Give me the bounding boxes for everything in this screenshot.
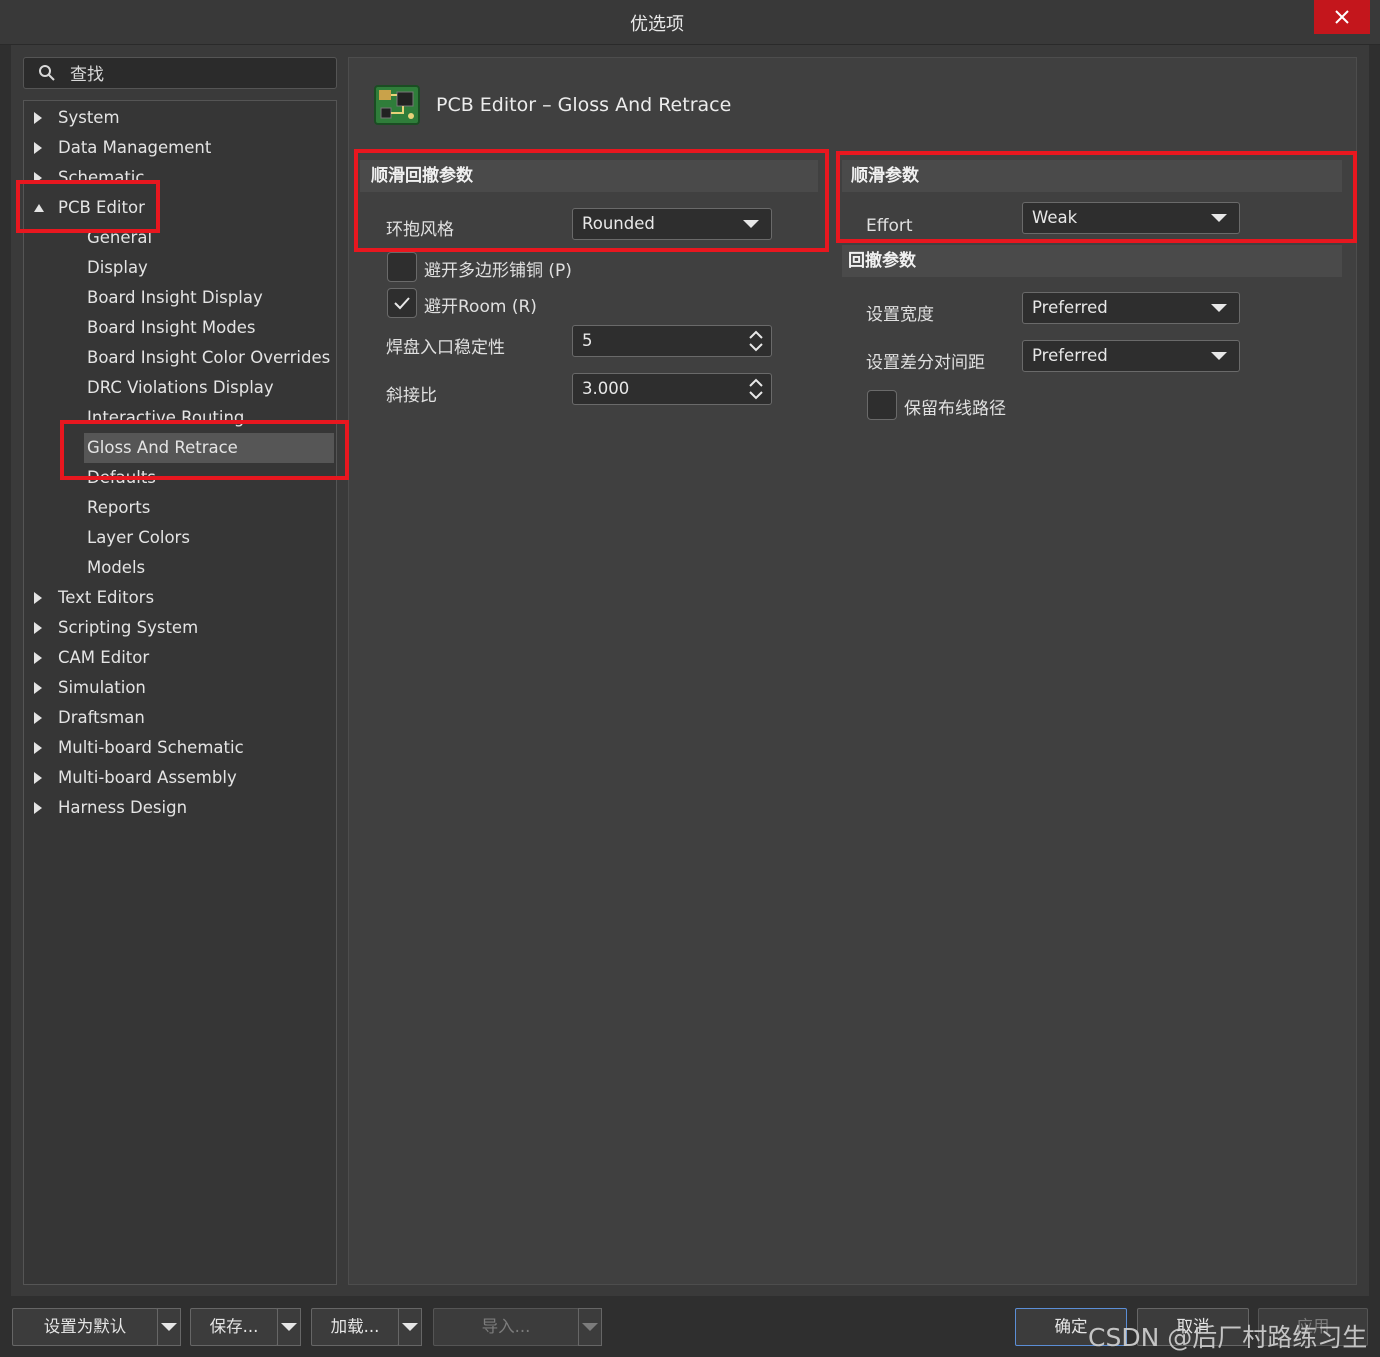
spin-arrows-icon[interactable] [748, 377, 764, 401]
tree-item-schematic[interactable]: Schematic [24, 163, 336, 193]
group-header-gloss-retrace: 顺滑回撤参数 [360, 160, 818, 192]
miter-ratio-spinbox[interactable]: 3.000 [572, 373, 772, 405]
chevron-down-icon [582, 1323, 598, 1331]
expand-arrow-icon[interactable] [34, 772, 42, 784]
set-default-button[interactable]: 设置为默认 [12, 1308, 158, 1346]
save-button[interactable]: 保存... [190, 1308, 278, 1346]
tree-item-board-insight-color-overrides[interactable]: Board Insight Color Overrides [24, 343, 336, 373]
tree-item-harness-design[interactable]: Harness Design [24, 793, 336, 823]
close-button[interactable] [1314, 0, 1370, 34]
avoid-polygon-checkbox[interactable] [387, 252, 417, 282]
collapse-arrow-icon[interactable] [34, 204, 44, 212]
tree-item-layer-colors[interactable]: Layer Colors [24, 523, 336, 553]
load-button[interactable]: 加载... [311, 1308, 399, 1346]
avoid-room-checkbox[interactable] [387, 288, 417, 318]
spin-arrows-icon[interactable] [748, 329, 764, 353]
search-placeholder: 查找 [70, 65, 104, 85]
window-title: 优选项 [630, 14, 684, 35]
page-title: PCB Editor – Gloss And Retrace [436, 94, 732, 116]
tree-item-defaults[interactable]: Defaults [24, 463, 336, 493]
expand-arrow-icon[interactable] [34, 592, 42, 604]
miter-ratio-label: 斜接比 [386, 386, 437, 406]
retrace-width-dropdown[interactable]: Preferred [1022, 292, 1240, 324]
chevron-down-icon [743, 220, 759, 228]
tree-item-display[interactable]: Display [24, 253, 336, 283]
close-icon [1335, 10, 1349, 24]
effort-dropdown[interactable]: Weak [1022, 202, 1240, 234]
avoid-room-label: 避开Room (R) [424, 297, 537, 317]
tree-item-system[interactable]: System [24, 103, 336, 133]
set-default-dropdown[interactable] [157, 1308, 181, 1346]
tree-item-interactive-routing[interactable]: Interactive Routing [24, 403, 336, 433]
expand-arrow-icon[interactable] [34, 682, 42, 694]
import-dropdown[interactable] [578, 1308, 602, 1346]
settings-panel [348, 57, 1357, 1285]
expand-arrow-icon[interactable] [34, 142, 42, 154]
keep-path-label: 保留布线路径 [904, 399, 1006, 419]
chevron-down-icon [1211, 214, 1227, 222]
search-icon [39, 65, 55, 81]
expand-arrow-icon[interactable] [34, 652, 42, 664]
retrace-width-label: 设置宽度 [866, 305, 934, 325]
category-tree: System Data Management Schematic PCB Edi… [23, 100, 337, 1285]
tree-item-gloss-and-retrace[interactable]: Gloss And Retrace [84, 433, 334, 463]
tree-item-draftsman[interactable]: Draftsman [24, 703, 336, 733]
checkmark-icon [394, 297, 410, 310]
chevron-down-icon [281, 1323, 297, 1331]
diff-gap-dropdown[interactable]: Preferred [1022, 340, 1240, 372]
avoid-polygon-label: 避开多边形铺铜 (P) [424, 261, 572, 281]
hug-style-dropdown[interactable]: Rounded [572, 208, 772, 240]
pad-entry-spinbox[interactable]: 5 [572, 325, 772, 357]
tree-item-cam-editor[interactable]: CAM Editor [24, 643, 336, 673]
tree-item-data-management[interactable]: Data Management [24, 133, 336, 163]
tree-item-pcb-editor[interactable]: PCB Editor [24, 193, 336, 223]
tree-item-board-insight-display[interactable]: Board Insight Display [24, 283, 336, 313]
effort-label: Effort [866, 216, 913, 236]
group-header-gloss: 顺滑参数 [842, 160, 1342, 192]
import-button[interactable]: 导入... [433, 1308, 579, 1346]
watermark: CSDN @后厂村路练习生 [1088, 1323, 1368, 1352]
diff-gap-label: 设置差分对间距 [866, 353, 985, 373]
expand-arrow-icon[interactable] [34, 112, 42, 124]
chevron-down-icon [402, 1323, 418, 1331]
pad-entry-label: 焊盘入口稳定性 [386, 338, 505, 358]
expand-arrow-icon[interactable] [34, 742, 42, 754]
tree-item-multi-board-assembly[interactable]: Multi-board Assembly [24, 763, 336, 793]
tree-item-models[interactable]: Models [24, 553, 336, 583]
tree-item-reports[interactable]: Reports [24, 493, 336, 523]
chevron-down-icon [1211, 352, 1227, 360]
expand-arrow-icon[interactable] [34, 712, 42, 724]
tree-item-scripting-system[interactable]: Scripting System [24, 613, 336, 643]
expand-arrow-icon[interactable] [34, 622, 42, 634]
group-header-retrace: 回撤参数 [842, 245, 1342, 277]
keep-path-checkbox[interactable] [867, 390, 897, 420]
pcb-board-icon [374, 85, 420, 125]
hug-style-label: 环抱风格 [386, 220, 454, 240]
tree-item-simulation[interactable]: Simulation [24, 673, 336, 703]
load-dropdown[interactable] [398, 1308, 422, 1346]
tree-item-text-editors[interactable]: Text Editors [24, 583, 336, 613]
tree-item-multi-board-schematic[interactable]: Multi-board Schematic [24, 733, 336, 763]
save-dropdown[interactable] [277, 1308, 301, 1346]
tree-item-board-insight-modes[interactable]: Board Insight Modes [24, 313, 336, 343]
chevron-down-icon [1211, 304, 1227, 312]
expand-arrow-icon[interactable] [34, 172, 42, 184]
chevron-down-icon [161, 1323, 177, 1331]
tree-item-general[interactable]: General [24, 223, 336, 253]
tree-item-drc-violations-display[interactable]: DRC Violations Display [24, 373, 336, 403]
expand-arrow-icon[interactable] [34, 802, 42, 814]
